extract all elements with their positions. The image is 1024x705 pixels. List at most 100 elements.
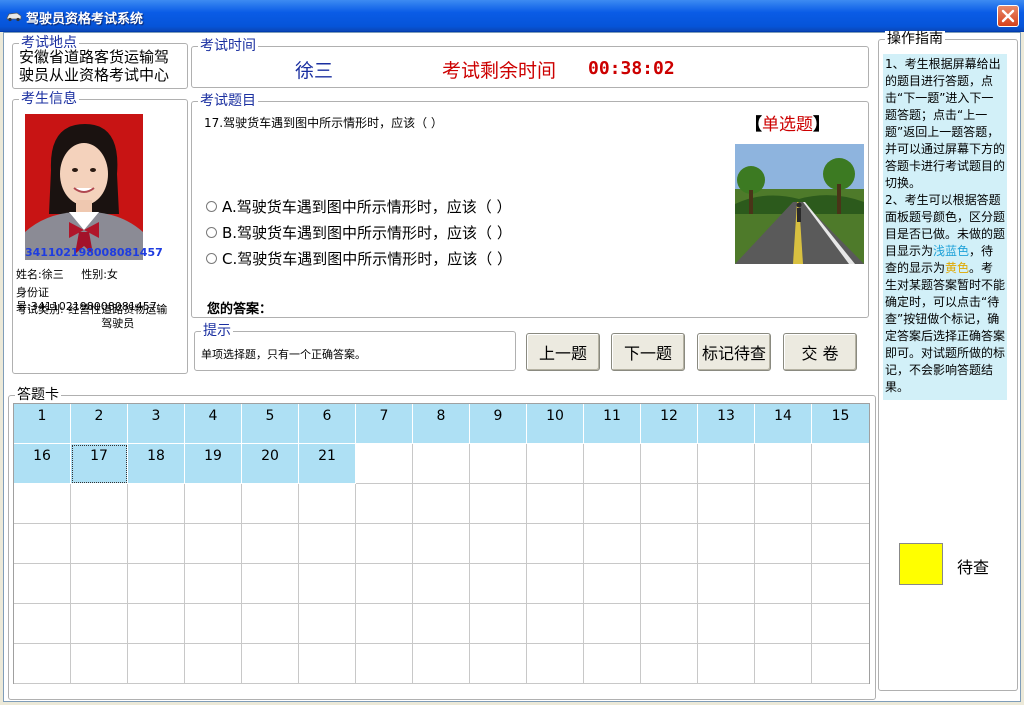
- answer-card-empty-cell: [641, 444, 698, 484]
- answer-card-cell[interactable]: 6: [299, 404, 356, 444]
- answer-card-empty-cell: [527, 604, 584, 644]
- answer-card-cell[interactable]: 20: [242, 444, 299, 484]
- option-a[interactable]: A.驾驶货车遇到图中所示情形时，应该（ ）: [206, 196, 512, 217]
- car-icon: [6, 12, 22, 22]
- option-b-radio[interactable]: [206, 227, 217, 238]
- prev-question-button[interactable]: 上一题: [526, 333, 600, 371]
- road-scene-icon: [735, 144, 864, 264]
- exam-question-label: 考试题目: [198, 93, 258, 109]
- answer-card-cell[interactable]: 9: [470, 404, 527, 444]
- pending-color-swatch: [899, 543, 943, 585]
- answer-card-empty-cell: [242, 564, 299, 604]
- answer-card-empty-cell: [470, 644, 527, 684]
- answer-card-empty-cell: [185, 604, 242, 644]
- answer-card-cell[interactable]: 13: [698, 404, 755, 444]
- answer-card-empty-cell: [470, 564, 527, 604]
- answer-card-empty-cell: [128, 484, 185, 524]
- answer-card-empty-cell: [584, 524, 641, 564]
- answer-card-empty-cell: [242, 484, 299, 524]
- answer-card-empty-cell: [242, 604, 299, 644]
- answer-card-cell[interactable]: 12: [641, 404, 698, 444]
- answer-card-empty-cell: [413, 484, 470, 524]
- answer-card-empty-cell: [128, 644, 185, 684]
- close-icon: [1001, 9, 1015, 23]
- answer-card-empty-cell: [584, 444, 641, 484]
- guide-yellow-word: 黄色: [945, 261, 970, 275]
- answer-card-cell[interactable]: 15: [812, 404, 869, 444]
- option-a-text: A.驾驶货车遇到图中所示情形时，应该（ ）: [222, 198, 512, 216]
- bracket-right: 】: [813, 115, 830, 135]
- question-type-badge: 【单选题】: [745, 110, 830, 135]
- name-label: 姓名:: [16, 268, 42, 281]
- answer-card-empty-cell: [812, 604, 869, 644]
- examinee-info-box: 考生信息 341102198008081457 姓名:徐三 性别:女 身份证号:…: [12, 91, 188, 374]
- examinee-name: 徐三: [41, 268, 64, 281]
- answer-card-cell[interactable]: 8: [413, 404, 470, 444]
- photo-id-number: 341102198008081457: [25, 246, 163, 259]
- answer-card-label: 答题卡: [15, 387, 61, 403]
- examinee-name-row: 姓名:徐三 性别:女: [16, 268, 118, 282]
- guide-blue-word: 浅蓝色: [933, 244, 970, 258]
- answer-card-cell[interactable]: 17: [71, 444, 128, 484]
- submit-exam-button[interactable]: 交 卷: [783, 333, 857, 371]
- examinee-info-label: 考生信息: [19, 91, 79, 107]
- answer-card-cell[interactable]: 3: [128, 404, 185, 444]
- answer-card-cell[interactable]: 16: [14, 444, 71, 484]
- answer-card-empty-cell: [470, 604, 527, 644]
- pending-legend-label: 待查: [957, 558, 990, 577]
- exam-location-text: 安徽省道路客货运输驾驶员从业资格考试中心: [19, 48, 170, 84]
- hint-label: 提示: [201, 323, 233, 339]
- answer-card-empty-cell: [470, 484, 527, 524]
- answer-card-empty-cell: [698, 564, 755, 604]
- answer-card-cell[interactable]: 4: [185, 404, 242, 444]
- option-a-radio[interactable]: [206, 201, 217, 212]
- next-question-button[interactable]: 下一题: [611, 333, 685, 371]
- answer-card-empty-cell: [299, 524, 356, 564]
- operation-guide-text: 1、考生根据屏幕给出的题目进行答题，点击“下一题”进入下一题答题；点击“上一题”…: [883, 54, 1007, 400]
- answer-card-empty-cell: [527, 444, 584, 484]
- option-c-radio[interactable]: [206, 253, 217, 264]
- option-c[interactable]: C.驾驶货车遇到图中所示情形时，应该（ ）: [206, 248, 512, 269]
- answer-card-empty-cell: [584, 644, 641, 684]
- category-label: 考试类别:: [16, 303, 64, 316]
- answer-card-empty-cell: [128, 524, 185, 564]
- answer-card-empty-cell: [527, 644, 584, 684]
- answer-card-cell[interactable]: 18: [128, 444, 185, 484]
- answer-card-cell[interactable]: 19: [185, 444, 242, 484]
- answer-card-cell[interactable]: 7: [356, 404, 413, 444]
- answer-card-cell[interactable]: 21: [299, 444, 356, 484]
- remaining-time-value: 00:38:02: [588, 58, 675, 79]
- answer-card-empty-cell: [185, 524, 242, 564]
- answer-card-empty-cell: [413, 604, 470, 644]
- answer-card-empty-cell: [356, 524, 413, 564]
- answer-card-empty-cell: [14, 484, 71, 524]
- answer-card-empty-cell: [641, 604, 698, 644]
- main-client-area: 考试地点 安徽省道路客货运输驾驶员从业资格考试中心 考生信息 341102198…: [3, 31, 1021, 702]
- answer-card-cell[interactable]: 14: [755, 404, 812, 444]
- gender-label: 性别:: [81, 268, 107, 281]
- answer-card-empty-cell: [755, 444, 812, 484]
- answer-card-cell[interactable]: 5: [242, 404, 299, 444]
- option-b[interactable]: B.驾驶货车遇到图中所示情形时，应该（ ）: [206, 222, 512, 243]
- answer-card-grid: 1 2 3 4 5 6 7 8 9 10 11 12 13 14 15 16 17 18 19 20 21: [13, 403, 870, 684]
- answer-card-cell[interactable]: 1: [14, 404, 71, 444]
- answer-card-empty-cell: [71, 484, 128, 524]
- bracket-left: 【: [745, 115, 762, 135]
- answer-card-empty-cell: [470, 444, 527, 484]
- answer-card-empty-cell: [71, 524, 128, 564]
- answer-card-empty-cell: [812, 564, 869, 604]
- answer-card-empty-cell: [356, 564, 413, 604]
- hint-box: 提示 单项选择题，只有一个正确答案。: [194, 323, 516, 371]
- question-type: 单选题: [762, 115, 813, 135]
- answer-card-empty-cell: [698, 524, 755, 564]
- answer-card-cell[interactable]: 2: [71, 404, 128, 444]
- answer-card-cell[interactable]: 10: [527, 404, 584, 444]
- answer-card-empty-cell: [299, 484, 356, 524]
- answer-card-cell[interactable]: 11: [584, 404, 641, 444]
- close-button[interactable]: [997, 5, 1019, 27]
- answer-card-empty-cell: [812, 444, 869, 484]
- answer-card-empty-cell: [755, 564, 812, 604]
- answer-card-empty-cell: [242, 524, 299, 564]
- mark-pending-button[interactable]: 标记待查: [697, 333, 771, 371]
- answer-card-box: 答题卡 1 2 3 4 5 6 7 8 9 10 11 12 13 14 15 16 17 18 19 20 21: [8, 387, 876, 700]
